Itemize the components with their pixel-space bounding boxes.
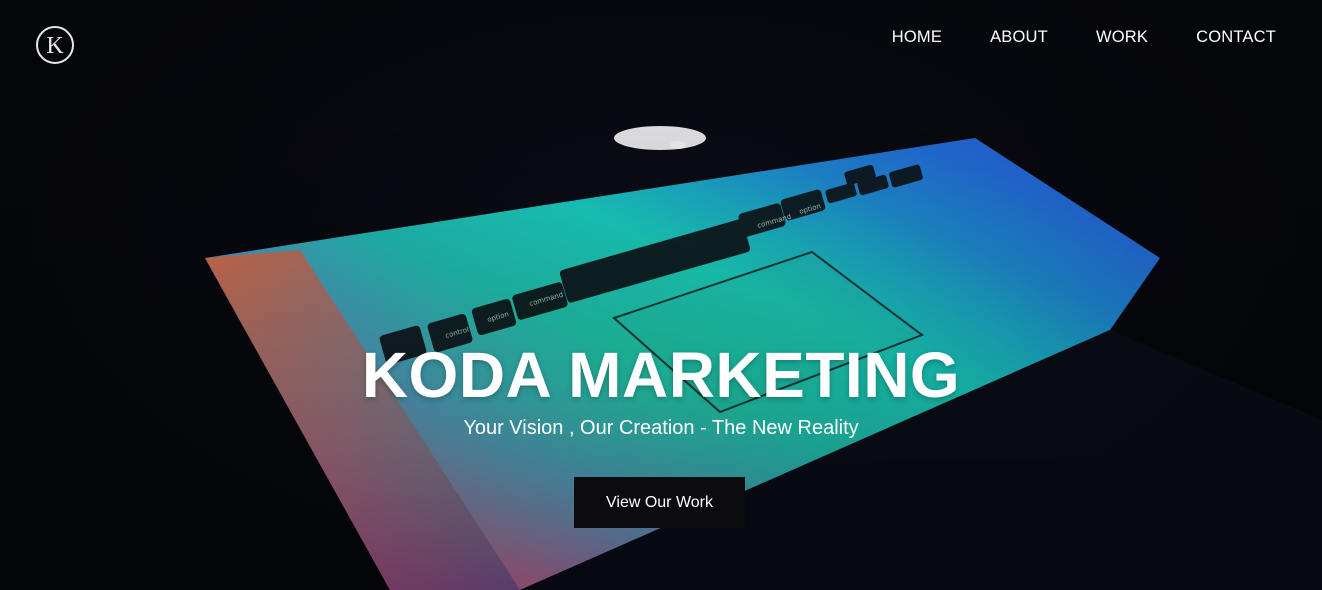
- koda-logo[interactable]: K: [36, 26, 74, 64]
- hero-title: KODA MARKETING: [361, 339, 961, 411]
- hero-subtitle: Your Vision , Our Creation - The New Rea…: [463, 417, 859, 439]
- nav-home-link[interactable]: HOME: [892, 28, 942, 47]
- nav-contact-link[interactable]: CONTACT: [1196, 28, 1276, 47]
- hero-section: control option command command option K …: [0, 0, 1322, 590]
- top-navigation: K HOME ABOUT WORK CONTACT: [0, 0, 1322, 80]
- nav-work-link[interactable]: WORK: [1096, 28, 1148, 47]
- main-menu: HOME ABOUT WORK CONTACT: [892, 28, 1276, 47]
- logo-letter: K: [46, 32, 64, 59]
- nav-about-link[interactable]: ABOUT: [990, 28, 1048, 47]
- view-our-work-button[interactable]: View Our Work: [574, 477, 745, 528]
